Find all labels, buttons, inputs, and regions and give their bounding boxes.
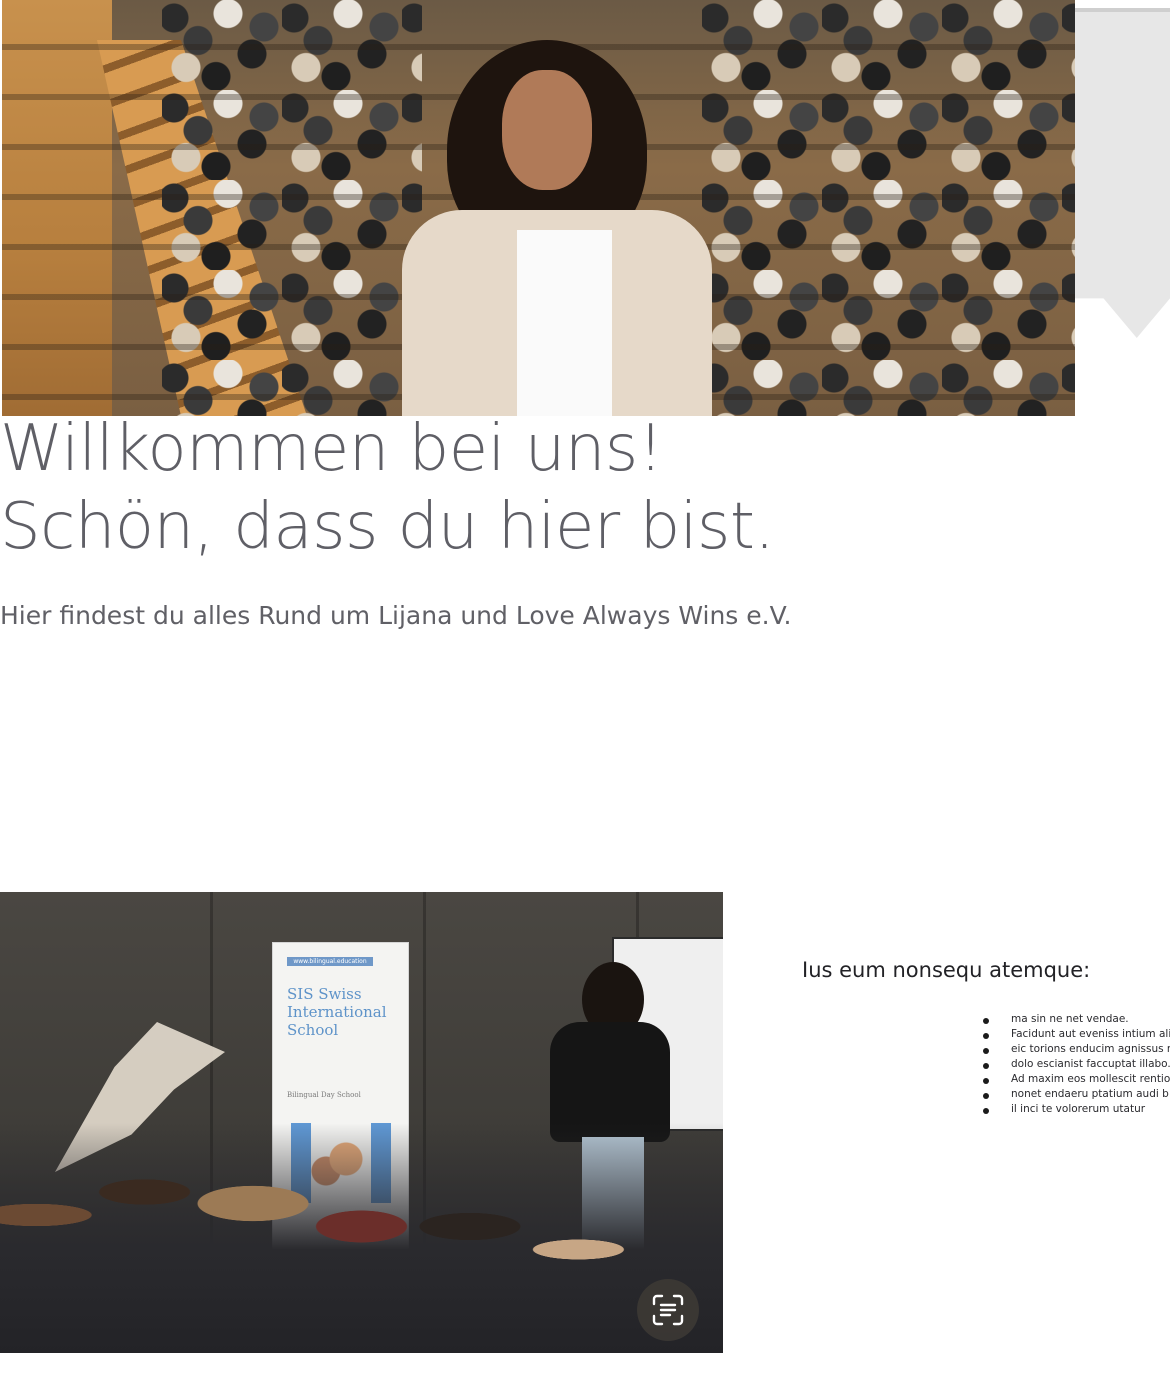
list-item: Ad maxim eos mollescit rentio	[1011, 1073, 1170, 1085]
ribbon-top-edge	[1075, 8, 1170, 12]
banner-title: SIS Swiss International School	[287, 985, 387, 1039]
list-item: dolo escianist faccuptat illabo.	[1011, 1058, 1170, 1070]
welcome-headline: Willkommen bei uns! Schön, dass du hier …	[0, 410, 1060, 566]
banner-subtitle: Bilingual Day School	[287, 1091, 361, 1099]
bullet-dot	[983, 1078, 989, 1084]
welcome-subline: Hier findest du alles Rund um Lijana und…	[0, 601, 792, 630]
list-item: ma sin ne net vendae.	[1011, 1013, 1129, 1025]
bullet-dot	[983, 1048, 989, 1054]
bullet-dot	[983, 1093, 989, 1099]
woman-face	[502, 70, 592, 190]
banner-url: www.bilingual.education	[287, 957, 373, 966]
seated-audience	[0, 1123, 723, 1353]
list-item: nonet endaeru ptatium audi b	[1011, 1088, 1169, 1100]
bullet-dot	[983, 1108, 989, 1114]
bullet-dot	[983, 1033, 989, 1039]
list-item: Facidunt aut eveniss intium ali	[1011, 1028, 1170, 1040]
bullet-dot	[983, 1018, 989, 1024]
list-item: il inci te volorerum utatur	[1011, 1103, 1146, 1115]
event-image: www.bilingual.education SIS Swiss Intern…	[0, 892, 723, 1353]
text-scan-icon	[652, 1294, 684, 1326]
headline-line-1: Willkommen bei uns!	[0, 412, 663, 486]
headline-line-2: Schön, dass du hier bist.	[0, 490, 775, 564]
text-scan-button[interactable]	[637, 1279, 699, 1341]
list-item: eic torions enducim agnissus n	[1011, 1043, 1170, 1055]
list-title: Ius eum nonsequ atemque:	[802, 958, 1091, 982]
side-ribbon-decoration	[1075, 8, 1170, 338]
woman-shirt	[517, 230, 612, 416]
hero-image	[2, 0, 1075, 416]
smiling-woman	[402, 40, 712, 416]
bullet-dot	[983, 1063, 989, 1069]
bullet-list: ma sin ne net vendae. Facidunt aut eveni…	[1011, 1012, 1170, 1117]
